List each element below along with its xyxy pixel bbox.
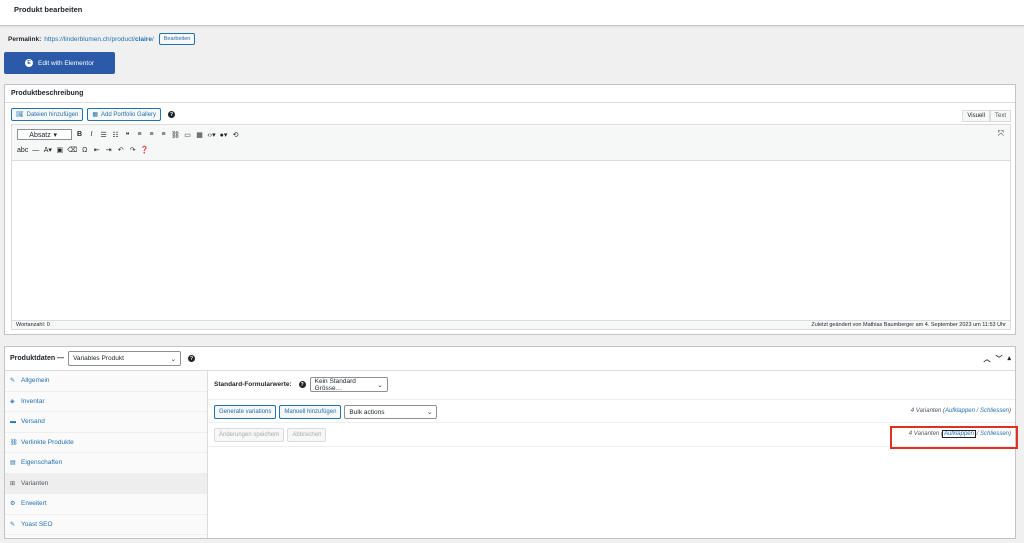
align-center-icon[interactable]: ≡ [147, 131, 156, 138]
move-up-icon[interactable]: ︿ [983, 354, 990, 364]
elementor-label: Edit with Elementor [38, 59, 94, 67]
tab-attributes[interactable]: ▤ Eigenschaften [5, 453, 207, 474]
toolbar-toggle-icon[interactable]: ▦ [195, 131, 204, 139]
word-count: Wortanzahl: 0 [16, 322, 50, 328]
default-form-label: Standard-Formularwerte: [214, 381, 292, 388]
tag-icon: ◈ [10, 398, 15, 405]
clear-format-icon[interactable]: ⌫ [67, 146, 77, 154]
italic-icon[interactable]: I [87, 131, 96, 138]
tab-text[interactable]: Text [989, 110, 1011, 122]
undo-icon[interactable]: ↶ [116, 146, 125, 154]
default-size-select[interactable]: Kein Standard Grösse… ⌄ [309, 377, 388, 392]
gallery-icon: ▦ [92, 112, 99, 118]
tab-yoast[interactable]: ✎ Yoast SEO [5, 515, 207, 535]
default-help-icon[interactable]: ? [298, 381, 306, 388]
special-char-icon[interactable]: Ω [80, 147, 89, 154]
product-data-title: Produktdaten — [10, 355, 65, 362]
bullet-list-icon[interactable]: ☰ [99, 131, 108, 139]
outdent-icon[interactable]: ⇤ [92, 146, 101, 154]
redo-icon[interactable]: ↷ [128, 146, 137, 154]
generate-variations-button[interactable]: Generate variations [214, 405, 277, 419]
add-gallery-button[interactable]: ▦ Add Portfolio Gallery [87, 108, 162, 121]
variants-info-top: 4 Varianten (Aufklappen / Schliessen) [910, 408, 1011, 414]
description-title: Produktbeschreibung [5, 85, 1015, 103]
paste-text-icon[interactable]: ▣ [55, 146, 64, 154]
code-icon[interactable]: ‹›▾ [207, 131, 216, 139]
format-select[interactable]: Absatz ▾ [17, 129, 72, 140]
tab-general[interactable]: ✎ Allgemein [5, 371, 207, 392]
elementor-icon: E [25, 59, 33, 67]
tab-linked[interactable]: ⛓ Verlinkte Produkte [5, 433, 207, 453]
list-icon: ▤ [10, 460, 16, 467]
link-icon[interactable]: ⛓ [171, 131, 180, 139]
tab-shipping[interactable]: ▬ Versand [5, 412, 207, 433]
gear-icon: ⚙ [10, 501, 16, 508]
edit-with-elementor-button[interactable]: E Edit with Elementor [4, 52, 115, 74]
horizontal-line-icon[interactable]: — [31, 147, 40, 154]
expand-link-top[interactable]: Aufklappen [945, 408, 975, 414]
editor-toolbar: Absatz ▾ B I ☰ ☷ ❝ ≡ ≡ ≡ ⛓ ▭ ▦ ‹›▾ ●▾ ⟲ a… [12, 125, 1010, 161]
keyboard-help-icon[interactable]: ❓ [140, 146, 149, 154]
product-type-help-icon[interactable]: ? [188, 355, 196, 362]
align-left-icon[interactable]: ≡ [135, 131, 144, 138]
refresh-icon[interactable]: ⟲ [231, 131, 240, 139]
text-color-icon[interactable]: A▾ [43, 146, 52, 154]
cancel-button[interactable]: Abbrechen [287, 428, 327, 442]
add-media-button[interactable]: 🖼 Dateien hinzufügen [11, 108, 84, 121]
quote-icon[interactable]: ❝ [123, 131, 132, 139]
bold-icon[interactable]: B [75, 131, 84, 138]
tab-advanced[interactable]: ⚙ Erweitert [5, 494, 207, 515]
strikethrough-icon[interactable]: abc [17, 147, 28, 154]
truck-icon: ▬ [10, 418, 16, 425]
help-icon[interactable]: ? [168, 111, 176, 118]
highlight-box [890, 426, 1018, 449]
tab-visual[interactable]: Visuell [962, 110, 990, 122]
add-manually-button[interactable]: Manuell hinzufügen [279, 405, 342, 419]
editor-status-bar: Wortanzahl: 0 Zuletzt geändert von Mathi… [12, 320, 1010, 329]
product-data-box: Produktdaten — Variables Produkt ⌄ ? ︿ ﹀ … [4, 346, 1016, 539]
variations-panel: Standard-Formularwerte: ? Kein Standard … [208, 371, 1015, 538]
indent-icon[interactable]: ⇥ [104, 146, 113, 154]
media-icon: 🖼 [16, 112, 24, 118]
permalink-edit-button[interactable]: Bearbeiten [158, 33, 196, 45]
permalink: Permalink: https://linderblumen.ch/produ… [8, 33, 196, 45]
product-data-header: Produktdaten — Variables Produkt ⌄ ? ︿ ﹀ … [5, 347, 1015, 371]
link-icon: ⛓ [10, 439, 18, 446]
last-edited: Zuletzt geändert von Mathias Baumberger … [811, 322, 1006, 328]
yoast-icon: ✎ [10, 521, 16, 528]
fullscreen-icon[interactable]: ⤧ [998, 129, 1004, 139]
description-box: Produktbeschreibung 🖼 Dateien hinzufügen … [4, 84, 1016, 335]
collapse-icon[interactable]: ▴ [1007, 354, 1011, 364]
product-data-tabs: ✎ Allgemein ◈ Inventar ▬ Versand ⛓ Verlinkte… [5, 371, 208, 538]
save-changes-button[interactable]: Änderungen speichern [214, 428, 285, 442]
permalink-label: Permalink: [8, 35, 42, 43]
wrench-icon: ✎ [10, 378, 16, 385]
page-title: Produkt bearbeiten [14, 5, 83, 14]
move-down-icon[interactable]: ﹀ [995, 354, 1002, 364]
plugin-icon[interactable]: ●▾ [219, 131, 228, 139]
tab-variations[interactable]: ⊞ Varianten [5, 473, 207, 494]
more-icon[interactable]: ▭ [183, 131, 192, 139]
bulk-actions-select[interactable]: Bulk actions ⌄ [344, 405, 438, 419]
top-bar: Produkt bearbeiten [0, 0, 1024, 26]
numbered-list-icon[interactable]: ☷ [111, 131, 120, 139]
tab-inventory[interactable]: ◈ Inventar [5, 392, 207, 412]
grid-icon: ⊞ [10, 480, 16, 487]
editor[interactable]: Absatz ▾ B I ☰ ☷ ❝ ≡ ≡ ≡ ⛓ ▭ ▦ ‹›▾ ●▾ ⟲ a… [11, 124, 1011, 330]
permalink-link[interactable]: https://linderblumen.ch/product/claire/ [44, 36, 154, 43]
close-link-top[interactable]: Schliessen [980, 408, 1009, 414]
align-right-icon[interactable]: ≡ [159, 131, 168, 138]
product-type-select[interactable]: Variables Produkt ⌄ [68, 351, 182, 366]
